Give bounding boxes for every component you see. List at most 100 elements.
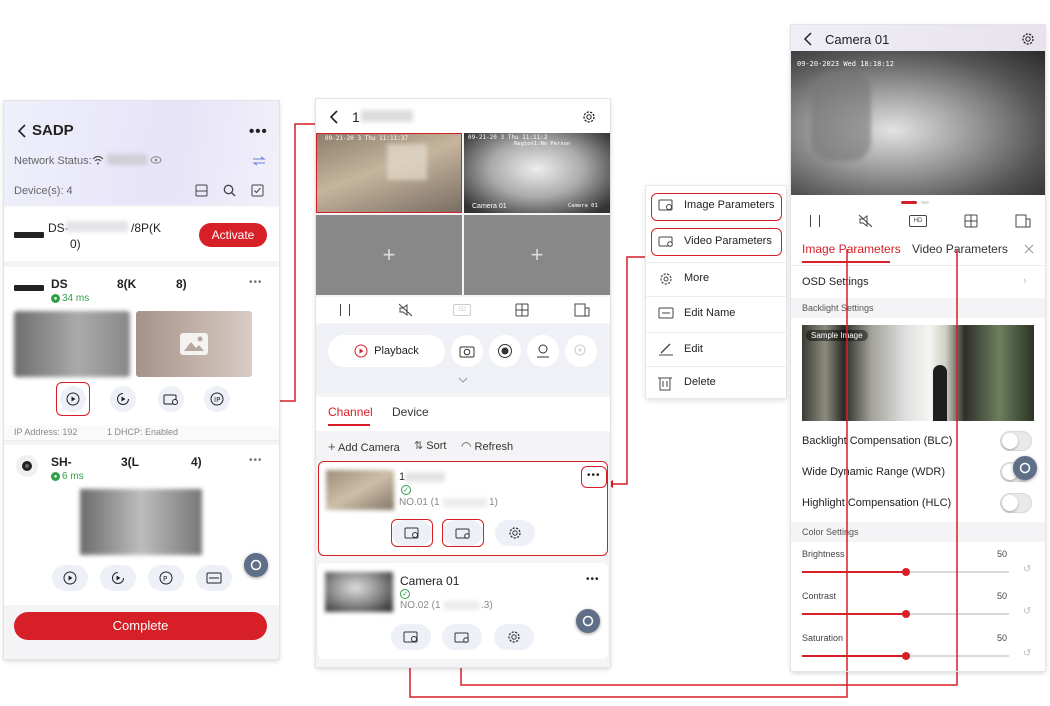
device-name-part: 8(K (117, 277, 137, 291)
back-icon[interactable] (326, 109, 340, 125)
preview-thumb-image[interactable] (136, 311, 252, 377)
select-all-icon[interactable] (250, 183, 264, 197)
tab-channel[interactable]: Channel (328, 405, 373, 419)
channel-card[interactable]: 1 ✓ NO.01 (1 1) ••• (318, 461, 608, 556)
add-camera-label: Add Camera (338, 442, 400, 454)
section-label: Color Settings (802, 527, 859, 537)
fullscreen-icon[interactable] (1015, 214, 1031, 228)
gear-icon[interactable] (580, 108, 598, 126)
more-icon[interactable]: ••• (249, 277, 263, 288)
device-card[interactable]: SH- 3(L 4) ••• ● 6 ms P (4, 445, 279, 605)
hd-icon[interactable]: HD (909, 215, 927, 227)
osd-settings-row[interactable]: OSD Settings › (791, 266, 1045, 298)
video-tile-2[interactable]: 09-21-20 3 Thu 11:11:2 Region1:No Person… (464, 133, 610, 213)
chevron-down-icon[interactable] (456, 375, 470, 385)
tab-active-underline (328, 424, 370, 426)
channel-settings-button[interactable] (495, 520, 535, 546)
contrast-slider[interactable] (802, 610, 1009, 618)
menu-label: More (684, 272, 710, 284)
close-icon[interactable] (1023, 243, 1035, 255)
person-silhouette (933, 365, 947, 421)
assistant-icon[interactable] (576, 609, 600, 633)
more-icon[interactable]: ••• (249, 123, 268, 140)
back-icon[interactable] (801, 31, 813, 47)
blc-toggle[interactable] (1000, 431, 1032, 451)
check-icon: ✓ (401, 485, 411, 495)
assistant-icon[interactable] (244, 553, 268, 577)
web-settings-icon[interactable] (196, 565, 232, 591)
playback-button[interactable]: Playback (328, 335, 445, 367)
add-camera-button[interactable]: + Add Camera (328, 439, 400, 454)
reset-icon[interactable]: ↺ (1023, 648, 1031, 659)
redacted (405, 472, 445, 482)
device-card[interactable]: DS- /8P(K 0) Activate (4, 207, 279, 261)
camera-settings-icon[interactable] (158, 386, 184, 412)
pause-icon[interactable] (810, 215, 820, 227)
more-icon[interactable]: ••• (586, 574, 600, 585)
preview-thumb[interactable] (80, 489, 202, 555)
blc-row: Backlight Compensation (BLC) (791, 426, 1045, 456)
video-parameters-button[interactable] (442, 624, 482, 650)
saturation-slider[interactable] (802, 652, 1009, 660)
video-tile-1[interactable]: 09-21-20 3 Thu 11:11:37 (316, 133, 462, 213)
video-preview[interactable]: 09-20-2023 Wed 18:18:12 Camera 01 (791, 51, 1045, 214)
mute-icon[interactable] (397, 302, 415, 318)
activate-button[interactable]: Activate (199, 223, 267, 247)
search-icon[interactable] (222, 183, 236, 197)
ip-settings-icon[interactable]: IP (204, 386, 230, 412)
refresh-button[interactable]: ◠ Refresh (461, 439, 513, 453)
live-view-icon[interactable] (52, 565, 88, 591)
tab-image-parameters[interactable]: Image Parameters (802, 242, 901, 256)
switch-icon[interactable] (252, 155, 266, 167)
channel-settings-button[interactable] (494, 624, 534, 650)
mute-icon[interactable] (857, 213, 875, 229)
camera-settings-panel: Camera 01 09-20-2023 Wed 18:18:12 Camera… (791, 25, 1045, 671)
sort-button[interactable]: ⇅ Sort (414, 439, 446, 452)
snapshot-button[interactable] (451, 335, 483, 367)
add-tile[interactable]: + (464, 215, 610, 295)
sd-icon[interactable]: SD (453, 304, 471, 316)
playback-icon[interactable] (110, 386, 136, 412)
eye-icon[interactable] (150, 154, 162, 166)
tab-device[interactable]: Device (392, 405, 429, 419)
sample-label: Sample Image (806, 330, 868, 341)
hlc-label: Highlight Compensation (HLC) (802, 497, 952, 509)
menu-label: Delete (684, 376, 716, 388)
more-icon[interactable]: ••• (249, 455, 263, 466)
menu-item-delete[interactable]: Delete (646, 366, 786, 396)
add-tile[interactable]: + (316, 215, 462, 295)
slider-value: 50 (997, 591, 1008, 601)
device-name-part: 3(L (121, 455, 139, 469)
channel-card[interactable]: Camera 01 ✓ NO.02 (1 .3) ••• (318, 563, 608, 659)
camera-icon (459, 346, 475, 358)
pause-icon[interactable] (340, 304, 350, 316)
hlc-toggle[interactable] (1000, 493, 1032, 513)
reset-icon[interactable]: ↺ (1023, 606, 1031, 617)
assistant-icon[interactable] (1013, 456, 1037, 480)
menu-item-edit-name[interactable]: Edit Name (646, 296, 786, 326)
image-parameters-button[interactable] (391, 624, 431, 650)
playback-icon[interactable] (100, 565, 136, 591)
ip-settings-icon[interactable]: P (148, 565, 184, 591)
grid-icon[interactable] (514, 303, 530, 317)
grid-icon[interactable] (963, 214, 979, 228)
image-parameters-icon (403, 631, 418, 643)
gear-icon[interactable] (1019, 30, 1037, 48)
menu-item-more[interactable]: More (646, 262, 786, 292)
device-card[interactable]: DS 8(K 8) ••• ● 34 ms IP (4, 267, 279, 439)
brightness-slider[interactable] (802, 568, 1009, 576)
menu-item-edit[interactable]: Edit (646, 332, 786, 362)
preview-thumb[interactable] (14, 311, 130, 377)
complete-button[interactable]: Complete (14, 612, 267, 640)
zoom-button[interactable] (565, 335, 597, 367)
fullscreen-icon[interactable] (574, 303, 590, 317)
svg-text:IP: IP (214, 396, 220, 404)
back-icon[interactable] (14, 121, 28, 141)
gear-icon (660, 273, 672, 285)
tab-video-parameters[interactable]: Video Parameters (912, 242, 1008, 256)
batch-icon[interactable] (194, 183, 208, 197)
reset-icon[interactable]: ↺ (1023, 564, 1031, 575)
ptz-button[interactable] (527, 335, 559, 367)
latency: 34 ms (62, 293, 90, 304)
record-button[interactable] (489, 335, 521, 367)
